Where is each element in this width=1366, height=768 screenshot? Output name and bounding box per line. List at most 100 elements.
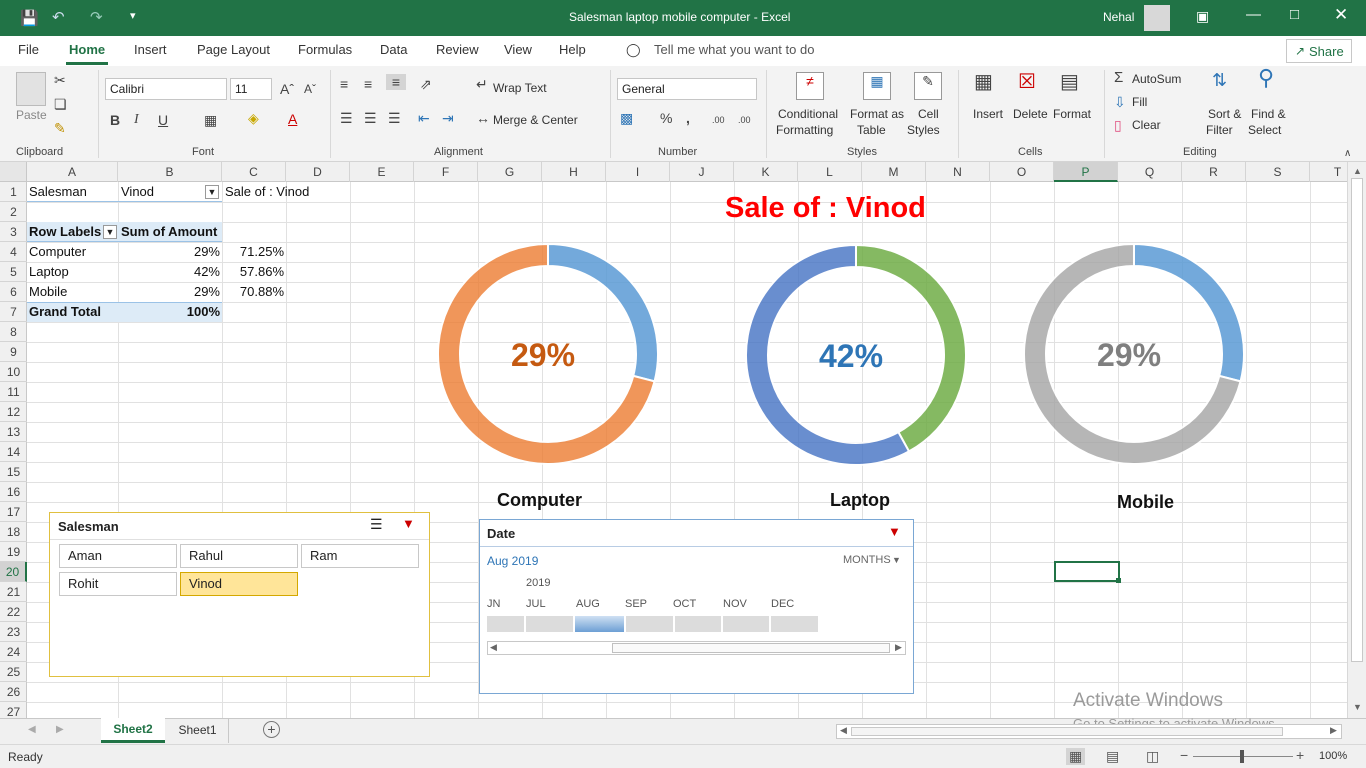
- menu-view[interactable]: View: [504, 42, 532, 57]
- font-color-icon[interactable]: A: [288, 111, 297, 127]
- conditional-formatting-line1[interactable]: Conditional: [778, 107, 838, 121]
- next-sheet-icon[interactable]: ▶: [56, 724, 64, 735]
- column-header-a[interactable]: A: [27, 162, 118, 182]
- row-header-5[interactable]: 5: [0, 262, 27, 282]
- conditional-formatting-icon[interactable]: ≠: [796, 72, 824, 100]
- wrap-text-button[interactable]: Wrap Text: [493, 81, 547, 95]
- format-cells-button[interactable]: Format: [1053, 107, 1091, 121]
- borders-icon[interactable]: ▦: [204, 112, 217, 128]
- row-header-20[interactable]: 20: [0, 562, 27, 582]
- zoom-out-icon[interactable]: −: [1180, 747, 1188, 763]
- timeline-level-select[interactable]: MONTHS: [843, 554, 891, 566]
- page-break-view-icon[interactable]: ◫: [1146, 748, 1159, 765]
- cell-c4[interactable]: 71.25%: [224, 242, 284, 262]
- align-bottom-icon[interactable]: ≡: [386, 74, 406, 90]
- column-header-l[interactable]: L: [798, 162, 862, 182]
- clear-button[interactable]: Clear: [1132, 118, 1161, 132]
- column-header-i[interactable]: I: [606, 162, 670, 182]
- insert-cells-button[interactable]: Insert: [973, 107, 1003, 121]
- cell-styles-line1[interactable]: Cell: [918, 107, 939, 121]
- column-header-m[interactable]: M: [862, 162, 926, 182]
- row-header-11[interactable]: 11: [0, 382, 27, 402]
- hscroll-left-icon[interactable]: ◀: [840, 725, 847, 736]
- row-header-8[interactable]: 8: [0, 322, 27, 342]
- cell-b5[interactable]: 42%: [170, 262, 220, 282]
- row-header-13[interactable]: 13: [0, 422, 27, 442]
- chevron-down-icon[interactable]: ▼: [892, 555, 901, 565]
- row-header-4[interactable]: 4: [0, 242, 27, 262]
- menu-formulas[interactable]: Formulas: [298, 42, 352, 57]
- timeline-bar-aug[interactable]: [575, 616, 624, 632]
- share-button[interactable]: ↗ Share: [1286, 39, 1352, 63]
- hscroll-right-icon[interactable]: ▶: [1330, 725, 1337, 736]
- cell-a4[interactable]: Computer: [29, 242, 86, 262]
- cell-c6[interactable]: 70.88%: [224, 282, 284, 302]
- column-header-d[interactable]: D: [286, 162, 350, 182]
- row-header-25[interactable]: 25: [0, 662, 27, 682]
- row-header-7[interactable]: 7: [0, 302, 27, 322]
- align-left-icon[interactable]: ☰: [340, 110, 353, 126]
- grow-font-icon[interactable]: Aˆ: [280, 81, 294, 97]
- sort-filter-icon[interactable]: ⇅: [1212, 71, 1227, 89]
- select-all-corner[interactable]: [0, 162, 27, 182]
- cell-a7[interactable]: Grand Total: [29, 302, 101, 322]
- normal-view-icon[interactable]: ▦: [1066, 748, 1086, 765]
- fill-icon[interactable]: ⇩: [1114, 94, 1126, 110]
- delete-cells-icon[interactable]: ☒: [1018, 72, 1036, 92]
- slicer-item-rahul[interactable]: Rahul: [180, 544, 298, 568]
- copy-icon[interactable]: ❏: [54, 96, 67, 112]
- cell-b1[interactable]: Vinod: [121, 182, 154, 202]
- column-header-p[interactable]: P: [1054, 162, 1118, 182]
- eraser-icon[interactable]: ▯: [1114, 117, 1122, 133]
- maximize-icon[interactable]: □: [1290, 6, 1299, 23]
- conditional-formatting-line2[interactable]: Formatting: [776, 123, 833, 137]
- autosum-button[interactable]: AutoSum: [1132, 72, 1181, 86]
- zoom-in-icon[interactable]: +: [1296, 747, 1304, 763]
- avatar[interactable]: [1144, 5, 1170, 31]
- cell-b7[interactable]: 100%: [170, 302, 220, 322]
- scroll-right-icon[interactable]: ▶: [895, 642, 902, 653]
- row-header-9[interactable]: 9: [0, 342, 27, 362]
- find-select-line1[interactable]: Find &: [1251, 107, 1286, 121]
- horizontal-scrollbar[interactable]: ◀ ▶: [836, 724, 1342, 739]
- menu-file[interactable]: File: [18, 42, 39, 57]
- timeline-bar-jul[interactable]: [526, 616, 573, 632]
- sheet-tab-sheet1[interactable]: Sheet1: [167, 719, 229, 743]
- align-top-icon[interactable]: ≡: [340, 76, 348, 92]
- menu-page-layout[interactable]: Page Layout: [197, 42, 270, 57]
- cell-styles-line2[interactable]: Styles: [907, 123, 940, 137]
- row-header-17[interactable]: 17: [0, 502, 27, 522]
- filter-applied-icon[interactable]: ▼: [205, 185, 219, 199]
- fill-color-icon[interactable]: ◈: [248, 110, 259, 126]
- prev-sheet-icon[interactable]: ◀: [28, 724, 36, 735]
- timeline-clear-filter-icon[interactable]: ▼: [888, 524, 901, 539]
- column-header-s[interactable]: S: [1246, 162, 1310, 182]
- wrap-text-icon[interactable]: ↵: [476, 76, 488, 92]
- accounting-format-icon[interactable]: ▩: [620, 110, 633, 126]
- horizontal-scroll-thumb[interactable]: [851, 727, 1283, 736]
- menu-data[interactable]: Data: [380, 42, 407, 57]
- menu-help[interactable]: Help: [559, 42, 586, 57]
- slicer-item-aman[interactable]: Aman: [59, 544, 177, 568]
- bold-icon[interactable]: B: [110, 112, 120, 128]
- worksheet-grid[interactable]: ABCDEFGHIJKLMNOPQRST 1 2 3 4 5 6 7 8 9 10 11 12 13 14…: [0, 162, 1366, 723]
- vertical-scroll-thumb[interactable]: [1351, 178, 1363, 662]
- scroll-up-icon[interactable]: ▲: [1353, 166, 1362, 176]
- user-name[interactable]: Nehal: [1103, 10, 1134, 24]
- row-header-19[interactable]: 19: [0, 542, 27, 562]
- menu-home[interactable]: Home: [69, 42, 105, 57]
- menu-insert[interactable]: Insert: [134, 42, 167, 57]
- clear-filter-icon[interactable]: ▼: [402, 516, 415, 531]
- cell-b3[interactable]: Sum of Amount: [121, 222, 217, 242]
- zoom-slider-thumb[interactable]: [1240, 750, 1244, 763]
- format-as-table-icon[interactable]: ▦: [863, 72, 891, 100]
- menu-review[interactable]: Review: [436, 42, 479, 57]
- date-timeline[interactable]: Date ▼ Aug 2019 MONTHS ▼ 2019 JN JUL AUG…: [479, 519, 914, 694]
- slicer-item-rohit[interactable]: Rohit: [59, 572, 177, 596]
- column-header-b[interactable]: B: [118, 162, 222, 182]
- page-layout-view-icon[interactable]: ▤: [1106, 748, 1119, 765]
- sheet-tab-sheet2[interactable]: Sheet2: [101, 718, 165, 743]
- column-header-n[interactable]: N: [926, 162, 990, 182]
- row-header-22[interactable]: 22: [0, 602, 27, 622]
- add-sheet-icon[interactable]: +: [263, 721, 280, 738]
